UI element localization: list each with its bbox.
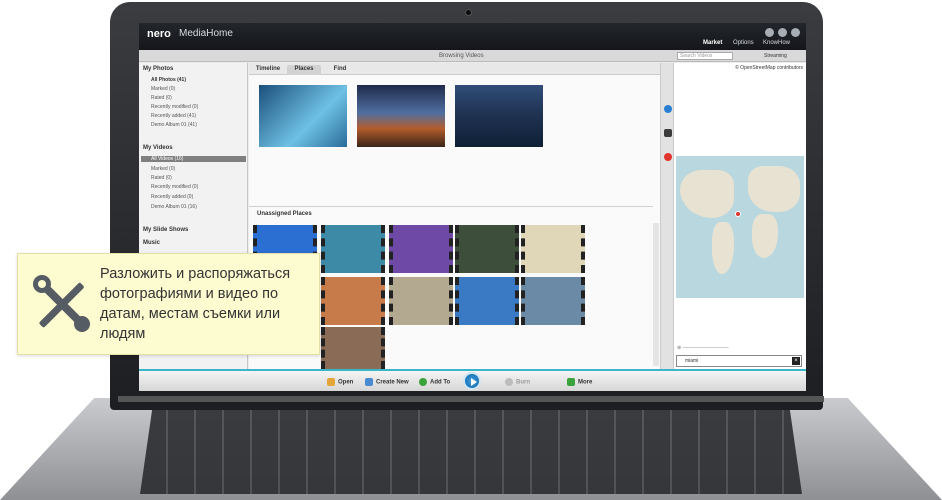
sidebar-section-videos[interactable]: My Videos — [143, 145, 173, 151]
menu-bar: Market Options KnowHow — [139, 37, 806, 50]
add-to-label: Add To — [430, 379, 451, 386]
clear-search-icon[interactable]: × — [792, 357, 800, 365]
title-bar: nero MediaHome Market Options KnowHow — [139, 23, 806, 50]
video-thumbnail[interactable] — [321, 277, 385, 325]
video-thumbnail[interactable] — [455, 225, 519, 273]
burn-label: Burn — [516, 379, 530, 386]
sidebar-item-all-videos[interactable]: All Videos (16) — [141, 156, 246, 162]
map-search-value: miami — [685, 358, 699, 364]
sidebar-item-videos-recently-modified[interactable]: Recently modified (0) — [151, 184, 198, 190]
map-location-pin-icon[interactable] — [735, 211, 741, 217]
map-landmass — [680, 170, 734, 218]
sidebar-item-demo-album[interactable]: Demo Album 01 (41) — [151, 122, 197, 128]
laptop-keyboard — [140, 402, 802, 494]
sidebar-section-slideshows[interactable]: My Slide Shows — [143, 227, 188, 233]
burn-button[interactable]: Burn — [505, 378, 530, 386]
menu-knowhow[interactable]: KnowHow — [763, 40, 790, 46]
world-map[interactable] — [676, 156, 804, 298]
map-search-input[interactable]: miami × — [676, 355, 802, 367]
menu-options[interactable]: Options — [733, 40, 754, 46]
unassigned-places-heading: Unassigned Places — [257, 211, 312, 217]
place-photo-thumbnail[interactable] — [455, 85, 543, 147]
video-thumbnail[interactable] — [521, 277, 585, 325]
sidebar-section-photos[interactable]: My Photos — [143, 66, 173, 72]
view-title: Browsing Videos — [439, 53, 484, 59]
video-thumbnail[interactable] — [321, 225, 385, 273]
info-icon[interactable] — [664, 105, 672, 113]
open-button[interactable]: Open — [327, 378, 353, 386]
location-pin-icon[interactable] — [664, 153, 672, 161]
map-landmass — [712, 222, 734, 274]
map-landmass — [752, 214, 778, 258]
sidebar-item-all-photos[interactable]: All Photos (41) — [151, 77, 186, 83]
map-panel: © OpenStreetMap contributors ⊕ ─────────… — [674, 63, 806, 369]
create-new-label: Create New — [376, 379, 409, 386]
sidebar-item-videos-recently-added[interactable]: Recently added (0) — [151, 194, 193, 200]
sidebar-item-recently-added[interactable]: Recently added (41) — [151, 113, 196, 119]
play-button[interactable] — [463, 372, 481, 390]
tab-bar: Timeline Places Find — [249, 63, 660, 75]
feature-callout: Разложить и распоряжаться фотографиями и… — [17, 253, 320, 355]
webcam-icon — [465, 9, 472, 16]
laptop-hinge — [118, 396, 824, 402]
map-zoom-slider[interactable]: ⊕ ───────────── — [677, 345, 729, 351]
sidebar-item-recently-modified[interactable]: Recently modified (0) — [151, 104, 198, 110]
close-button[interactable] — [791, 28, 800, 37]
map-attribution[interactable]: © OpenStreetMap contributors — [735, 65, 803, 71]
maximize-button[interactable] — [778, 28, 787, 37]
product-shot: nero MediaHome Market Options KnowHow Br… — [0, 0, 942, 500]
folder-icon — [327, 378, 335, 386]
menu-market[interactable]: Market — [703, 40, 722, 46]
more-button[interactable]: More — [567, 378, 592, 386]
tab-find[interactable]: Find — [323, 65, 357, 75]
up-arrow-icon — [567, 378, 575, 386]
people-icon[interactable] — [664, 129, 672, 137]
video-thumbnail[interactable] — [389, 225, 453, 273]
sidebar-item-videos-rated[interactable]: Rated (0) — [151, 175, 172, 181]
open-label: Open — [338, 379, 354, 386]
search-videos-input[interactable]: Search Videos — [677, 52, 733, 60]
video-thumbnail[interactable] — [321, 327, 385, 369]
header-strip: Browsing Videos Search Videos Streaming — [139, 50, 806, 62]
callout-text: Разложить и распоряжаться фотографиями и… — [100, 266, 291, 342]
streaming-menu[interactable]: Streaming — [764, 53, 787, 59]
sidebar-item-marked[interactable]: Marked (0) — [151, 86, 175, 92]
create-new-icon — [365, 378, 373, 386]
tab-places[interactable]: Places — [287, 65, 321, 75]
sidebar-item-rated[interactable]: Rated (0) — [151, 95, 172, 101]
sidebar-item-videos-marked[interactable]: Marked (0) — [151, 166, 175, 172]
create-new-button[interactable]: Create New — [365, 378, 409, 386]
place-photo-thumbnail[interactable] — [259, 85, 347, 147]
video-thumbnail[interactable] — [455, 277, 519, 325]
thumbnails-scrollbar[interactable] — [653, 223, 659, 366]
video-thumbnail[interactable] — [521, 225, 585, 273]
action-bar: Open Create New Add To Burn More — [139, 369, 806, 391]
sidebar-section-music[interactable]: Music — [143, 240, 160, 246]
tab-timeline[interactable]: Timeline — [251, 65, 285, 75]
plus-icon — [419, 378, 427, 386]
sidebar-item-videos-demo-album[interactable]: Demo Album 01 (16) — [151, 204, 197, 210]
map-landmass — [748, 166, 800, 212]
tools-icon — [33, 275, 90, 332]
more-label: More — [578, 379, 593, 386]
minimize-button[interactable] — [765, 28, 774, 37]
add-to-button[interactable]: Add To — [419, 378, 450, 386]
map-tools-bar — [660, 63, 674, 369]
video-thumbnail[interactable] — [389, 277, 453, 325]
section-divider — [249, 206, 653, 207]
place-photo-thumbnail[interactable] — [357, 85, 445, 147]
disc-icon — [505, 378, 513, 386]
